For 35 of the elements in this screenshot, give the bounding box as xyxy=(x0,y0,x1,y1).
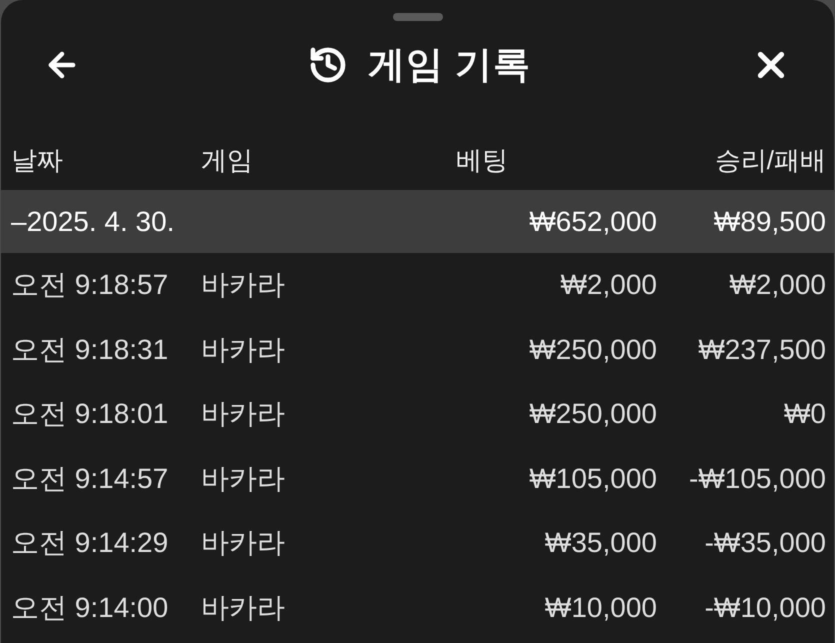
group-date: –2025. 4. 30. xyxy=(11,206,176,238)
bet-cell-text: ₩10,000 xyxy=(544,592,657,624)
column-header: 게임 xyxy=(201,144,254,176)
result-total: ₩89,500 xyxy=(712,206,826,238)
bet-cell-text: ₩250,000 xyxy=(528,334,657,366)
date-group-row[interactable]: –2025. 4. 30. ₩652,000 ₩89,500 xyxy=(1,190,834,253)
column-header: 승리/패배 xyxy=(714,144,826,176)
game-cell-text: 바카라 xyxy=(201,590,286,625)
bet-cell-text: ₩105,000 xyxy=(528,462,657,495)
time-cell-text: 오전 9:14:29 xyxy=(11,526,170,560)
bet-cell-text: ₩35,000 xyxy=(544,527,657,560)
result-cell-text: ₩2,000 xyxy=(728,269,826,302)
time-cell-text: 오전 9:14:00 xyxy=(11,590,170,625)
bet-cell-text: ₩250,000 xyxy=(528,398,657,430)
result-cell-text: -₩10,000 xyxy=(704,592,826,624)
result-cell-text: ₩237,500 xyxy=(697,334,826,366)
game-cell-text: 바카라 xyxy=(201,268,286,302)
drag-handle[interactable] xyxy=(392,13,442,21)
time-cell-text: 오전 9:18:57 xyxy=(11,268,170,302)
result-cell-text: -₩105,000 xyxy=(688,462,826,495)
column-header: 날짜 xyxy=(11,144,64,176)
history-icon xyxy=(308,45,348,85)
game-cell-text: 바카라 xyxy=(201,462,286,496)
column-header: 베팅 xyxy=(456,144,509,176)
sheet-title: 게임 기록 xyxy=(368,43,532,87)
time-cell-text: 오전 9:14:57 xyxy=(11,462,170,496)
time-cell-text: 오전 9:18:01 xyxy=(11,397,170,432)
game-cell-text: 바카라 xyxy=(201,526,286,560)
result-cell-text: ₩0 xyxy=(783,398,826,430)
result-cell-text: -₩35,000 xyxy=(704,527,826,560)
time-cell-text: 오전 9:18:31 xyxy=(11,332,170,367)
bet-cell-text: ₩2,000 xyxy=(560,269,657,302)
game-cell-text: 바카라 xyxy=(201,397,286,432)
bet-total: ₩652,000 xyxy=(528,206,657,238)
game-cell-text: 바카라 xyxy=(201,332,286,367)
